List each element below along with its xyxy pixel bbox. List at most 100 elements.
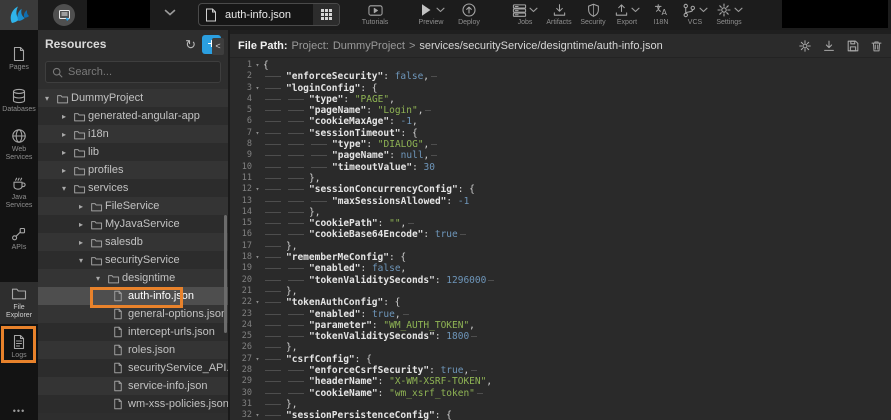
fold-marker-icon[interactable]: ▾ bbox=[252, 354, 263, 365]
code-line[interactable]: 2"enforceSecurity": false, bbox=[230, 71, 891, 82]
sidebar-item-pages[interactable]: Pages bbox=[0, 42, 38, 76]
collapsed-arrow-icon[interactable]: ▸ bbox=[79, 238, 90, 247]
sidebar-item-file-explorer[interactable]: File Explorer bbox=[0, 282, 38, 324]
sidebar-item-java-services[interactable]: Java Services bbox=[0, 172, 38, 214]
code-line[interactable]: 5"pageName": "Login", bbox=[230, 105, 891, 116]
topbar-deploy-button[interactable]: Deploy bbox=[452, 2, 486, 26]
code-line[interactable]: 8"type": "DIALOG", bbox=[230, 139, 891, 150]
code-line[interactable]: 1▾{ bbox=[230, 60, 891, 71]
code-line[interactable]: 29"headerName": "X-WM-XSRF-TOKEN", bbox=[230, 376, 891, 387]
expanded-arrow-icon[interactable]: ▾ bbox=[62, 184, 73, 193]
code-line[interactable]: 26}, bbox=[230, 342, 891, 353]
project-avatar[interactable] bbox=[53, 4, 75, 26]
topbar-jobs-button[interactable]: Jobs bbox=[508, 2, 542, 26]
tree-item-auth-info-json[interactable]: auth-info.json bbox=[38, 287, 228, 305]
tree-item-i18n[interactable]: ▸i18n bbox=[38, 125, 228, 143]
tree-item-designtime[interactable]: ▾designtime bbox=[38, 269, 228, 287]
code-line[interactable]: 13"maxSessionsAllowed": -1 bbox=[230, 196, 891, 207]
open-file-tab[interactable]: auth-info.json bbox=[198, 3, 340, 26]
collapsed-arrow-icon[interactable]: ▸ bbox=[62, 130, 73, 139]
topbar-settings-button[interactable]: Settings bbox=[712, 2, 746, 26]
tree-item-lib[interactable]: ▸lib bbox=[38, 143, 228, 161]
download-file-button[interactable] bbox=[822, 39, 836, 53]
tree-item-wm-xss-policies-json[interactable]: wm-xss-policies.json bbox=[38, 395, 228, 413]
collapsed-arrow-icon[interactable]: ▸ bbox=[62, 166, 73, 175]
sidebar-more-button[interactable]: ••• bbox=[13, 406, 25, 416]
collapsed-arrow-icon[interactable]: ▸ bbox=[62, 112, 73, 121]
code-line[interactable]: 23"enabled": true, bbox=[230, 309, 891, 320]
topbar-artifacts-button[interactable]: Artifacts bbox=[542, 2, 576, 26]
editor-settings-button[interactable] bbox=[798, 39, 812, 53]
code-line[interactable]: 18▾"rememberMeConfig": { bbox=[230, 252, 891, 263]
code-line[interactable]: 14}, bbox=[230, 207, 891, 218]
code-editor[interactable]: 1▾{2"enforceSecurity": false,3▾"loginCon… bbox=[230, 58, 891, 420]
fold-marker-icon[interactable]: ▾ bbox=[252, 410, 263, 420]
tree-scrollbar[interactable] bbox=[224, 215, 227, 333]
sidebar-item-databases[interactable]: Databases bbox=[0, 84, 38, 118]
fold-marker-icon[interactable]: ▾ bbox=[252, 83, 263, 94]
code-line[interactable]: 32▾"sessionPersistenceConfig": { bbox=[230, 410, 891, 420]
tree-item-services[interactable]: ▾services bbox=[38, 179, 228, 197]
code-line[interactable]: 19"enabled": false, bbox=[230, 263, 891, 274]
code-line[interactable]: 20"tokenValiditySeconds": 1296000 bbox=[230, 275, 891, 286]
tree-item-intercept-urls-json[interactable]: intercept-urls.json bbox=[38, 323, 228, 341]
topbar-preview-button[interactable]: Preview bbox=[414, 2, 448, 26]
code-line[interactable]: 17}, bbox=[230, 241, 891, 252]
expanded-arrow-icon[interactable]: ▾ bbox=[96, 274, 107, 283]
tree-item-dummyproject[interactable]: ▾DummyProject bbox=[38, 89, 228, 107]
collapsed-arrow-icon[interactable]: ▸ bbox=[79, 202, 90, 211]
tree-item-roles-json[interactable]: roles.json bbox=[38, 341, 228, 359]
fold-marker-icon[interactable]: ▾ bbox=[252, 128, 263, 139]
code-line[interactable]: 24"parameter": "WM_AUTH_TOKEN", bbox=[230, 320, 891, 331]
topbar-vcs-button[interactable]: VCS bbox=[678, 2, 712, 26]
code-line[interactable]: 9"pageName": null, bbox=[230, 150, 891, 161]
code-line[interactable]: 6"cookieMaxAge": -1, bbox=[230, 116, 891, 127]
code-line[interactable]: 10"timeoutValue": 30 bbox=[230, 162, 891, 173]
sidebar-item-apis[interactable]: APIs bbox=[0, 222, 38, 256]
tree-item-fileservice[interactable]: ▸FileService bbox=[38, 197, 228, 215]
sidebar-item-logs[interactable]: Logs bbox=[0, 330, 38, 364]
code-line[interactable]: 3▾"loginConfig": { bbox=[230, 83, 891, 94]
project-menu-chevron-icon[interactable] bbox=[164, 9, 176, 16]
code-line[interactable]: 11}, bbox=[230, 173, 891, 184]
app-logo[interactable] bbox=[0, 0, 38, 30]
search-input[interactable] bbox=[68, 66, 198, 78]
tree-item-general-options-json[interactable]: general-options.json bbox=[38, 305, 228, 323]
topbar-i18n-button[interactable]: AI18N bbox=[644, 2, 678, 26]
collapsed-arrow-icon[interactable]: ▸ bbox=[79, 220, 90, 229]
sidebar-item-web-services[interactable]: Web Services bbox=[0, 124, 38, 166]
collapse-panel-button[interactable]: < bbox=[212, 38, 224, 55]
fold-marker-icon[interactable]: ▾ bbox=[252, 252, 263, 263]
expanded-arrow-icon[interactable]: ▾ bbox=[45, 94, 56, 103]
expanded-arrow-icon[interactable]: ▾ bbox=[79, 256, 90, 265]
code-line[interactable]: 16"cookieBase64Encode": true bbox=[230, 229, 891, 240]
code-line[interactable]: 28"enforceCsrfSecurity": true, bbox=[230, 365, 891, 376]
tree-item-securityservice-api-json[interactable]: securityService_API.json bbox=[38, 359, 228, 377]
tree-item-generated-angular-app[interactable]: ▸generated-angular-app bbox=[38, 107, 228, 125]
code-line[interactable]: 15"cookiePath": "", bbox=[230, 218, 891, 229]
code-line[interactable]: 27▾"csrfConfig": { bbox=[230, 354, 891, 365]
code-line[interactable]: 30"cookieName": "wm_xsrf_token" bbox=[230, 388, 891, 399]
collapsed-arrow-icon[interactable]: ▸ bbox=[62, 148, 73, 157]
topbar-export-button[interactable]: Export bbox=[610, 2, 644, 26]
delete-file-button[interactable] bbox=[870, 39, 883, 53]
search-box[interactable] bbox=[45, 61, 221, 83]
refresh-icon[interactable]: ↻ bbox=[185, 38, 196, 51]
topbar-security-button[interactable]: Security bbox=[576, 2, 610, 26]
code-line[interactable]: 31}, bbox=[230, 399, 891, 410]
tree-item-salesdb[interactable]: ▸salesdb bbox=[38, 233, 228, 251]
code-line[interactable]: 21}, bbox=[230, 286, 891, 297]
topbar-tutorials-button[interactable]: Tutorials bbox=[358, 2, 392, 26]
tree-item-myjavaservice[interactable]: ▸MyJavaService bbox=[38, 215, 228, 233]
code-line[interactable]: 25"tokenValiditySeconds": 1800 bbox=[230, 331, 891, 342]
tree-item-service-info-json[interactable]: service-info.json bbox=[38, 377, 228, 395]
code-line[interactable]: 7▾"sessionTimeout": { bbox=[230, 128, 891, 139]
fold-marker-icon[interactable]: ▾ bbox=[252, 184, 263, 195]
page-grid-icon[interactable] bbox=[313, 4, 339, 25]
save-file-button[interactable] bbox=[846, 39, 860, 53]
tree-item-securityservice[interactable]: ▾securityService bbox=[38, 251, 228, 269]
fold-marker-icon[interactable]: ▾ bbox=[252, 60, 263, 71]
tree-item-profiles[interactable]: ▸profiles bbox=[38, 161, 228, 179]
code-line[interactable]: 22▾"tokenAuthConfig": { bbox=[230, 297, 891, 308]
code-line[interactable]: 12▾"sessionConcurrencyConfig": { bbox=[230, 184, 891, 195]
